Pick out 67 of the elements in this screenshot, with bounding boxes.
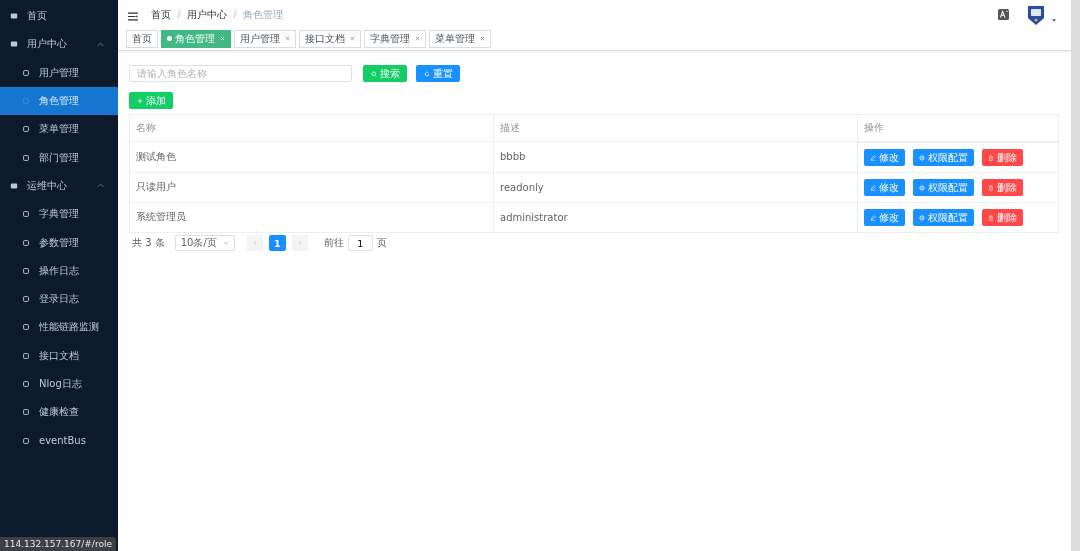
chevron-right-icon <box>297 240 302 246</box>
table-cell: 测试角色 <box>129 141 494 172</box>
separator-icon <box>233 10 237 19</box>
sidebar-item[interactable]: 登录日志 <box>0 284 118 314</box>
dropdown-icon <box>222 241 229 245</box>
translate-icon[interactable] <box>998 9 1009 20</box>
search-field[interactable]: 请输入角色名称 <box>129 65 352 82</box>
breadcrumb-item[interactable]: 首页 <box>151 7 171 22</box>
trash-icon <box>988 214 994 221</box>
gear-icon <box>919 154 925 161</box>
tab[interactable]: 用户管理 <box>234 29 296 48</box>
gear-icon <box>919 184 925 191</box>
sidebar-item[interactable]: 菜单管理 <box>0 115 118 144</box>
pencil-icon <box>870 214 876 221</box>
tab[interactable]: 字典管理 <box>364 29 426 48</box>
column-header: 名称 <box>129 114 494 142</box>
trash-icon <box>988 154 994 161</box>
chevron-icon <box>97 183 104 189</box>
plus-icon <box>136 97 143 104</box>
sidebar-item[interactable]: 部门管理 <box>0 143 118 172</box>
table-cell: readonly <box>493 172 858 202</box>
avatar-icon[interactable] <box>1026 3 1046 26</box>
page-suffix: 页 <box>376 236 387 250</box>
gear-icon <box>919 214 925 221</box>
status-url: 114.132.157.167/#/role <box>0 537 116 551</box>
chevron-left-icon <box>252 240 257 246</box>
table-cell: 只读用户 <box>129 172 494 202</box>
sidebar-item[interactable]: 运维中心 <box>0 171 118 201</box>
total-count: 共 3 条 <box>132 236 165 250</box>
page-input[interactable]: 1 <box>347 235 373 251</box>
sidebar-item[interactable]: 性能链路监测 <box>0 313 118 342</box>
breadcrumb-item[interactable]: 用户中心 <box>187 7 227 22</box>
table-cell: administrator <box>493 202 858 233</box>
tab[interactable]: 接口文档 <box>299 29 361 48</box>
trash-icon <box>988 184 994 191</box>
table-cell: 系统管理员 <box>129 202 494 233</box>
search-icon <box>370 70 377 77</box>
separator-icon <box>177 10 181 19</box>
page-size-select[interactable]: 10条/页 <box>174 235 235 251</box>
scrollbar[interactable] <box>1071 0 1080 551</box>
table-cell: bbbb <box>493 141 858 172</box>
pencil-icon <box>870 154 876 161</box>
refresh-icon <box>423 70 430 77</box>
close-icon[interactable] <box>285 36 290 41</box>
sidebar-item[interactable]: 用户中心 <box>0 30 118 59</box>
sidebar-item[interactable]: 参数管理 <box>0 228 118 257</box>
pencil-icon <box>870 184 876 191</box>
chevron-icon <box>97 41 104 47</box>
tab[interactable]: 菜单管理 <box>429 29 491 48</box>
sidebar-item[interactable]: 字典管理 <box>0 200 118 229</box>
close-icon[interactable] <box>480 36 485 41</box>
sidebar-item[interactable]: 操作日志 <box>0 256 118 285</box>
tab[interactable]: 首页 <box>126 29 158 48</box>
close-icon[interactable] <box>415 36 420 41</box>
sidebar-item[interactable]: 角色管理 <box>0 86 118 116</box>
caret-icon[interactable] <box>1052 19 1056 22</box>
sidebar-item[interactable]: 用户管理 <box>0 58 118 87</box>
sidebar-item[interactable]: 首页 <box>0 2 118 31</box>
breadcrumb-item: 角色管理 <box>243 7 283 22</box>
column-header: 描述 <box>493 114 858 142</box>
sidebar-item[interactable]: 接口文档 <box>0 341 118 370</box>
sidebar-item[interactable]: 健康检查 <box>0 398 118 427</box>
sidebar-item[interactable]: eventBus <box>0 426 118 455</box>
close-icon[interactable] <box>350 36 355 41</box>
column-header: 操作 <box>857 114 1059 142</box>
sidebar-item[interactable]: Nlog日志 <box>0 369 118 399</box>
goto-label: 前往 <box>323 236 344 250</box>
